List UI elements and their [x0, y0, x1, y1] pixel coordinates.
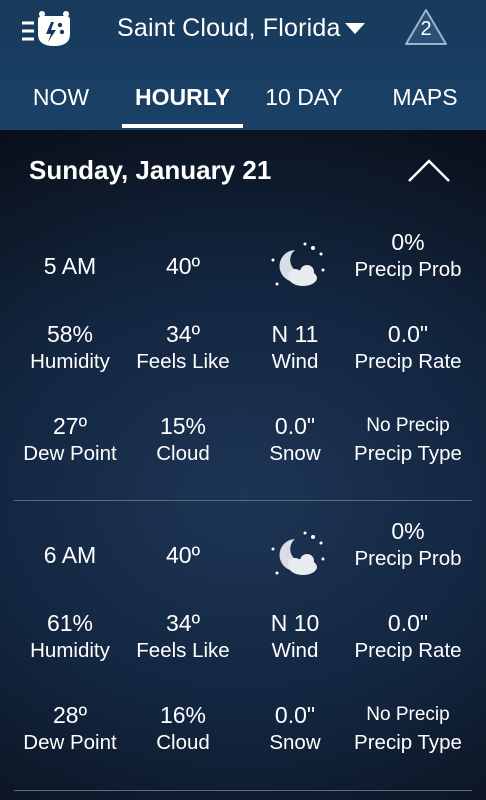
wind: N 11 Wind — [271, 321, 319, 373]
tab-now[interactable]: NOW — [20, 84, 102, 130]
app-header: Saint Cloud, Florida 2 NOW HOURLY 10 DAY… — [0, 0, 486, 130]
dew-point: 27º Dew Point — [23, 413, 117, 465]
alerts-button[interactable]: 2 — [404, 8, 448, 46]
hour-time: 6 AM — [43, 542, 97, 568]
humidity: 61% Humidity — [30, 610, 110, 662]
feels-like: 34º Feels Like — [136, 610, 230, 662]
hour-time: 5 AM — [43, 253, 97, 279]
precip-prob: 0% Precip Prob — [354, 518, 462, 570]
hour-block-6am: 6 AM 40º 0% Precip Prob 61% Humidity 34º… — [0, 513, 486, 793]
day-header[interactable]: Sunday, January 21 — [0, 130, 486, 216]
hour-divider — [14, 790, 472, 791]
alert-count-badge: 2 — [420, 18, 432, 40]
moon-stars-cloud-icon — [267, 529, 325, 584]
dropdown-caret-icon — [344, 22, 365, 34]
snow-depth: 0.0" Snow Depth — [268, 413, 323, 472]
collapse-chevron-up-icon[interactable] — [406, 156, 452, 184]
app: Saint Cloud, Florida 2 NOW HOURLY 10 DAY… — [0, 0, 486, 800]
menu-logo-icon[interactable] — [20, 10, 76, 50]
cloud-cover: 16% Cloud Cover — [156, 702, 211, 761]
precip-rate: 0.0" Precip Rate — [354, 321, 462, 373]
feels-like: 34º Feels Like — [136, 321, 230, 373]
snow-depth: 0.0" Snow Depth — [268, 702, 323, 761]
hour-block-5am: 5 AM 40º 0% Precip Prob 58% Humidity 34º… — [0, 224, 486, 504]
nav-tabs: NOW HOURLY 10 DAY MAPS — [0, 84, 486, 130]
moon-stars-cloud-icon — [267, 240, 325, 295]
tab-maps[interactable]: MAPS — [382, 84, 468, 130]
active-tab-indicator — [122, 124, 243, 128]
humidity: 58% Humidity — [30, 321, 110, 373]
hourly-content[interactable]: Sunday, January 21 5 AM 40º 0% Precip Pr… — [0, 130, 486, 800]
wind: N 10 Wind — [270, 610, 320, 662]
precip-rate: 0.0" Precip Rate — [354, 610, 462, 662]
hour-temperature: 40º — [166, 542, 200, 568]
tab-10-day[interactable]: 10 DAY — [256, 84, 352, 130]
dew-point: 28º Dew Point — [23, 702, 117, 754]
precip-type: No Precip Precip Type — [354, 704, 462, 754]
hour-divider — [14, 500, 472, 501]
cloud-cover: 15% Cloud Cover — [156, 413, 211, 472]
day-title: Sunday, January 21 — [29, 155, 272, 185]
precip-type: No Precip Precip Type — [354, 415, 462, 465]
location-selector[interactable]: Saint Cloud, Florida — [117, 12, 365, 44]
location-name: Saint Cloud, Florida — [117, 13, 341, 42]
hour-temperature: 40º — [166, 253, 200, 279]
precip-prob: 0% Precip Prob — [354, 229, 462, 281]
